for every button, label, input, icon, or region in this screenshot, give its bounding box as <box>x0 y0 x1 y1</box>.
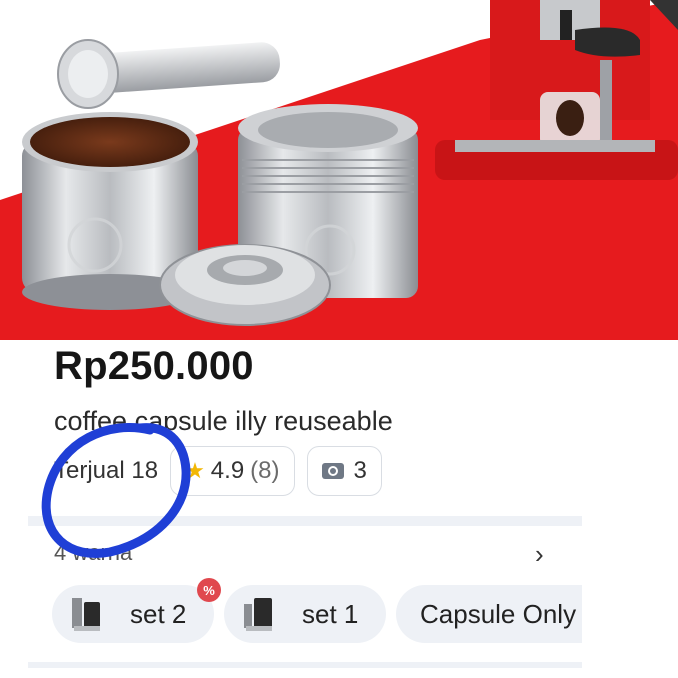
rating-value: 4.9 <box>210 457 245 484</box>
variant-options: set 2 set 1 Capsule Only <box>52 585 582 643</box>
section-divider <box>28 516 582 526</box>
variant-option-capsule-only[interactable]: Capsule Only <box>396 585 582 643</box>
product-title: coffee capsule illy reuseable <box>54 406 393 436</box>
product-price: Rp250.000 <box>54 344 254 388</box>
rating-chip[interactable]: ★ 4.9 (8) <box>170 446 295 496</box>
variant-option-set-2[interactable]: set 2 <box>52 585 214 643</box>
chevron-right-icon[interactable]: › <box>535 541 544 567</box>
product-stats: Terjual 18 ★ 4.9 (8) 3 <box>54 446 394 496</box>
variants-header[interactable]: 4 warna <box>54 540 554 570</box>
variant-label: Capsule Only <box>420 598 577 629</box>
rating-count: (8) <box>250 457 280 484</box>
variant-thumbnail <box>68 594 104 634</box>
variant-label: set 2 <box>130 598 187 629</box>
sold-count: Terjual 18 <box>54 457 159 484</box>
product-photo <box>0 0 678 340</box>
photo-count: 3 <box>353 457 367 484</box>
variant-option-set-1[interactable]: set 1 <box>224 585 386 643</box>
product-image[interactable] <box>0 0 678 340</box>
camera-icon <box>321 463 344 479</box>
star-icon: ★ <box>185 458 205 483</box>
discount-badge-icon: % <box>197 578 221 602</box>
photo-review-chip[interactable]: 3 <box>306 446 382 496</box>
section-divider <box>28 662 582 668</box>
variant-thumbnail <box>240 594 276 634</box>
variant-label: set 1 <box>302 598 359 629</box>
variants-label: 4 warna <box>54 540 133 565</box>
